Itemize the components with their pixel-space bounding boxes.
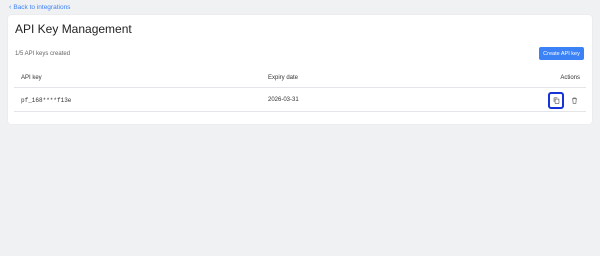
copy-key-button[interactable]	[548, 92, 564, 109]
column-header-api-key: API key	[21, 75, 42, 81]
trash-icon	[571, 97, 577, 104]
create-api-key-button[interactable]: Create API key	[539, 47, 584, 60]
back-to-integrations-link[interactable]: ‹ Back to integrations	[9, 4, 70, 11]
column-header-expiry-date: Expiry date	[268, 75, 299, 81]
table-row: pf_168****f13e 2026-03-31	[14, 88, 586, 112]
copy-icon	[553, 97, 559, 104]
table-header: API key Expiry date Actions	[14, 70, 586, 88]
page-title: API Key Management	[15, 22, 132, 36]
back-link-label: Back to integrations	[13, 4, 71, 11]
delete-key-button[interactable]	[566, 92, 582, 109]
chevron-left-icon: ‹	[9, 4, 12, 11]
api-keys-table: API key Expiry date Actions pf_168****f1…	[14, 70, 586, 112]
row-actions	[548, 92, 582, 109]
column-header-actions: Actions	[560, 75, 580, 81]
expiry-date-value: 2026-03-31	[268, 97, 299, 103]
api-key-count: 1/5 API keys created	[15, 51, 71, 57]
api-key-value: pf_168****f13e	[21, 97, 72, 104]
api-key-card: API Key Management 1/5 API keys created …	[8, 15, 592, 124]
